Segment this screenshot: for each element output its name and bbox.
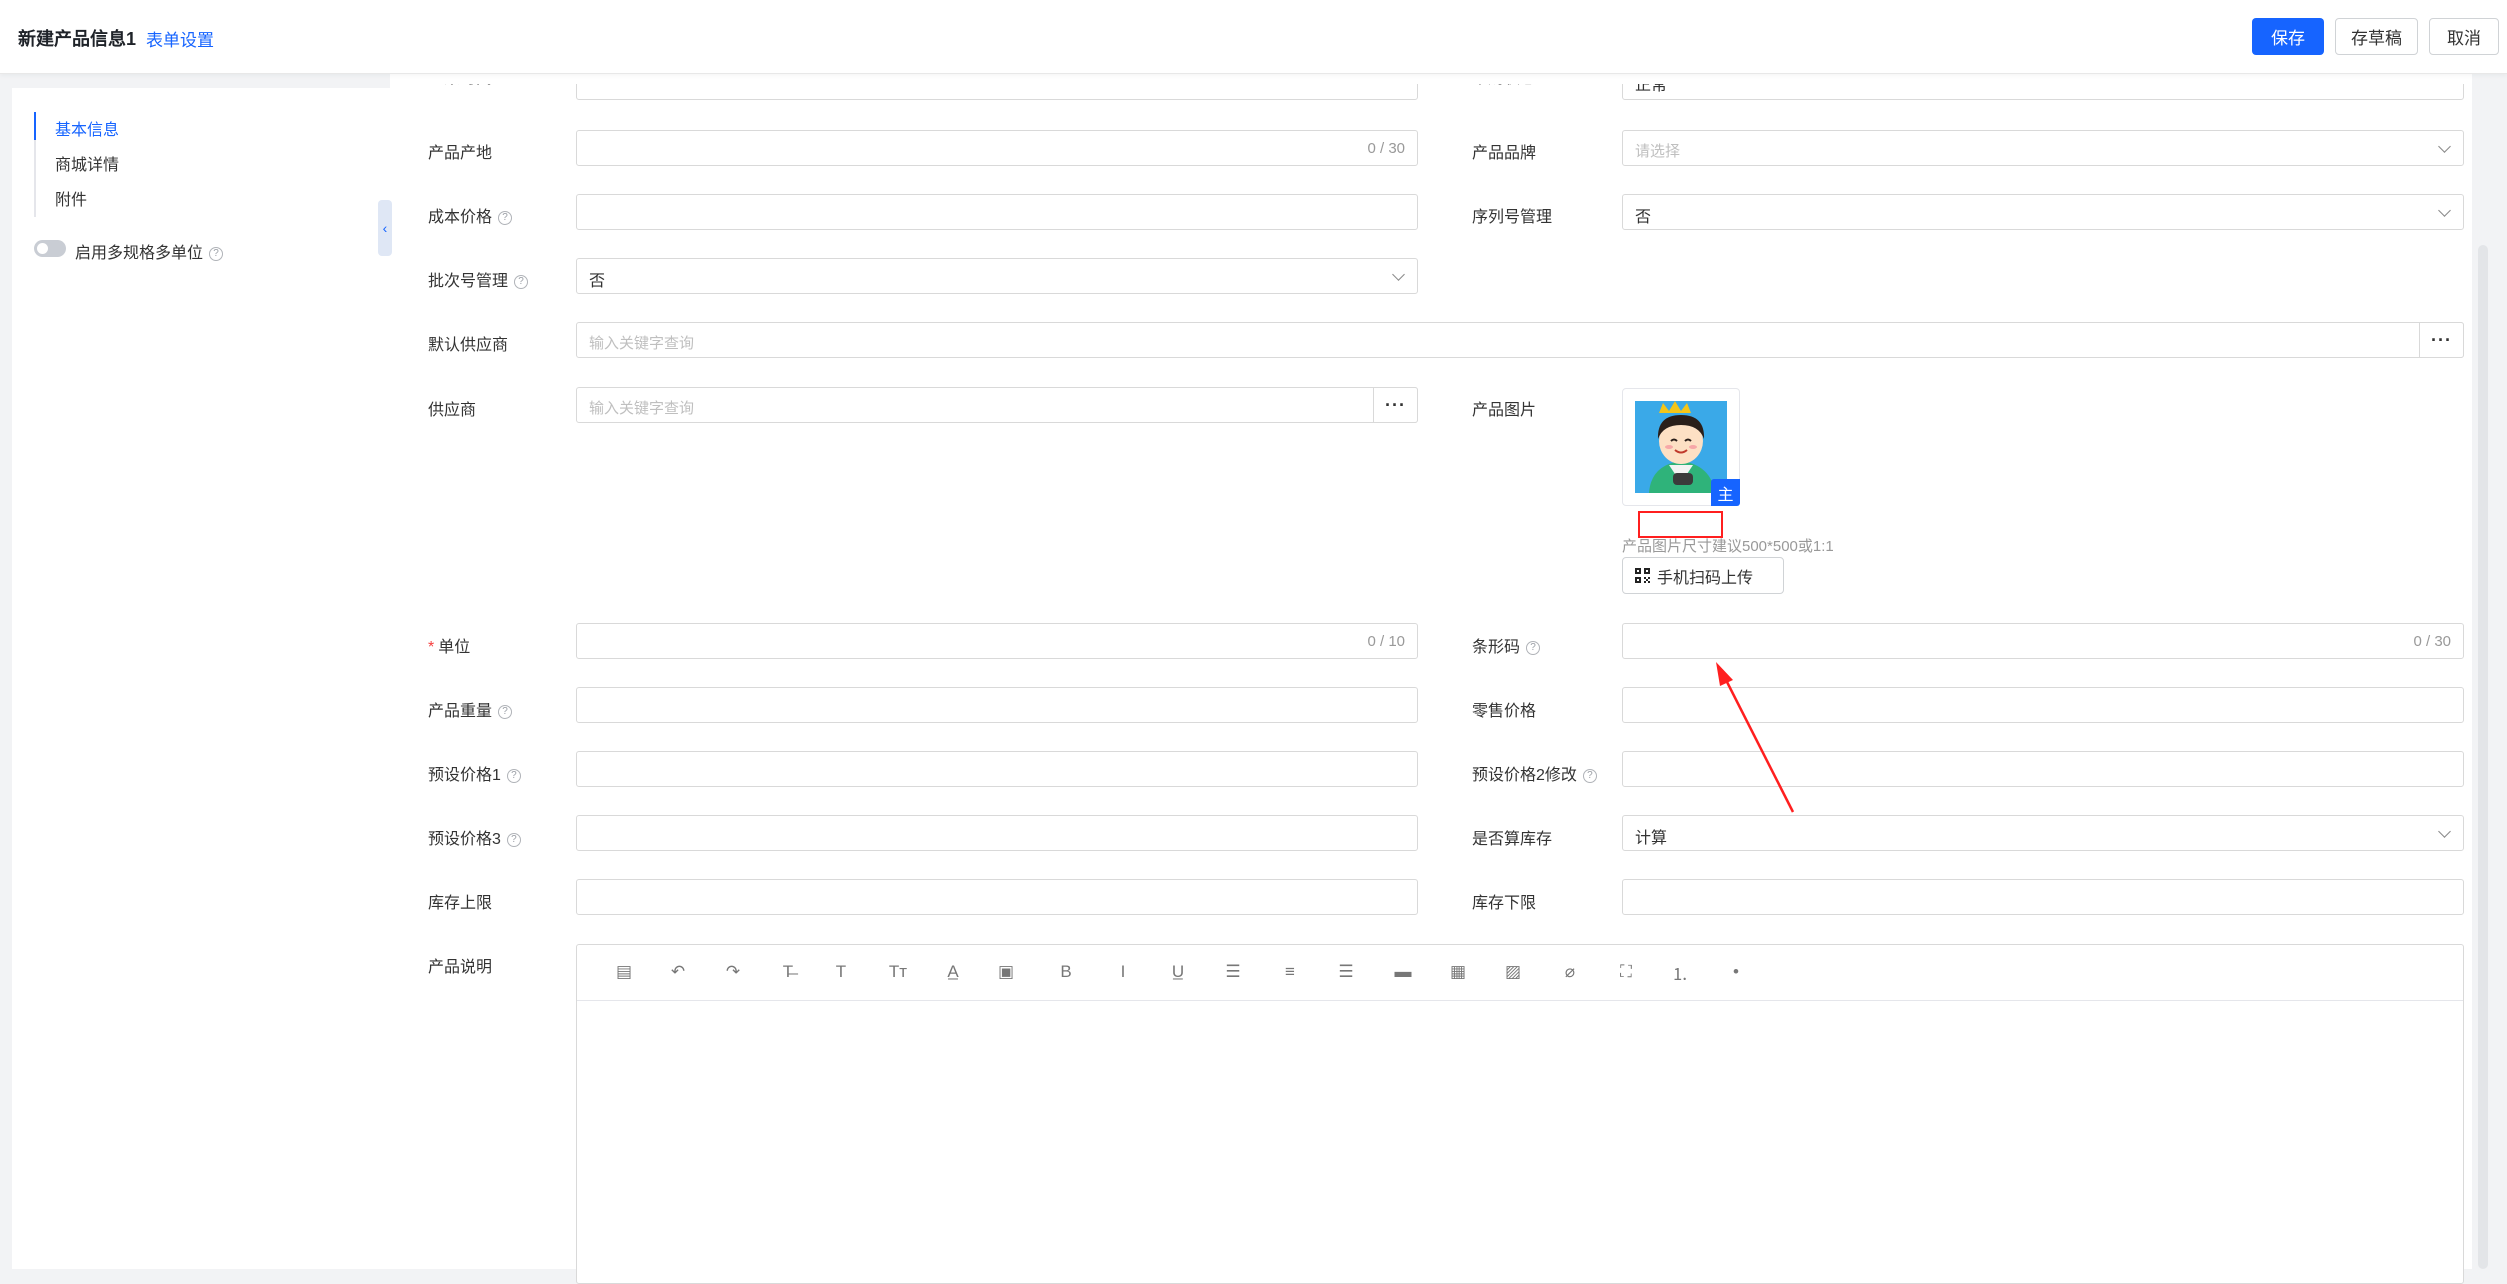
text-style-icon[interactable]: Tт [887, 961, 909, 983]
fullscreen-icon[interactable]: ⛶ [1615, 961, 1637, 983]
help-icon: ? [498, 210, 513, 225]
more-options-button[interactable]: ··· [1373, 387, 1418, 423]
preset-price2-label: 预设价格2修改? [1472, 761, 1597, 785]
retail-price-input[interactable] [1622, 687, 2464, 723]
stock-upper-input[interactable] [576, 879, 1418, 915]
sidebar: 基本信息 商城详情 附件 启用多规格多单位? [12, 88, 390, 1269]
calc-stock-label: 是否算库存 [1472, 831, 1553, 848]
unit-label: * 单位 [428, 639, 471, 656]
supplier-label: 供应商 [428, 402, 477, 419]
stock-lower-label: 库存下限 [1472, 895, 1537, 912]
multi-spec-toggle-label: 启用多规格多单位? [75, 239, 224, 263]
required-mark: * [428, 639, 435, 656]
retail-price-label: 零售价格 [1472, 703, 1537, 720]
scan-upload-button[interactable]: 手机扫码上传 [1622, 557, 1784, 594]
help-icon: ? [1526, 640, 1541, 655]
format-icon[interactable]: ▤ [613, 961, 635, 983]
cost-price-input[interactable] [576, 194, 1418, 230]
weight-input[interactable] [576, 687, 1418, 723]
help-icon: ? [498, 704, 513, 719]
anchor-active-indicator [34, 112, 36, 140]
preset-price1-label: 预设价格1? [428, 761, 521, 785]
origin-char-count: 0 / 30 [1367, 140, 1405, 157]
top-bar: 新建产品信息1 表单设置 保存 存草稿 取消 [0, 0, 2507, 74]
brand-label: 产品品牌 [1472, 145, 1537, 162]
save-button[interactable]: 保存 [2252, 18, 2324, 55]
annotation-highlight-box [1638, 511, 1723, 538]
attachment-icon[interactable]: ⌀ [1559, 961, 1581, 983]
chevron-left-icon: ‹ [382, 220, 388, 236]
description-label: 产品说明 [428, 959, 493, 976]
barcode-char-count: 0 / 30 [2413, 633, 2451, 650]
table-icon[interactable]: ▦ [1447, 961, 1469, 983]
bold-icon[interactable]: B [1055, 961, 1077, 983]
stock-upper-label: 库存上限 [428, 895, 493, 912]
save-draft-button[interactable]: 存草稿 [2335, 18, 2418, 55]
font-color-icon[interactable]: A̲ [942, 961, 964, 983]
default-supplier-label: 默认供应商 [428, 337, 509, 354]
justify-icon[interactable]: ▬ [1392, 961, 1414, 983]
help-icon: ? [506, 768, 521, 783]
cancel-button[interactable]: 取消 [2429, 18, 2499, 55]
batch-mgmt-label: 批次号管理? [428, 267, 529, 291]
align-right-icon[interactable]: ☰ [1335, 961, 1357, 983]
more-options-button[interactable]: ··· [2419, 322, 2464, 358]
chevron-down-icon [2438, 140, 2451, 153]
chevron-down-icon [2438, 204, 2451, 217]
rich-text-editor[interactable]: ▤ ↶ ↷ T̶ T Tт A̲ ▣ B I U̲ ☰ ≡ ☰ ▬ ▦ ▨ ⌀ ⛶ ⒈ • [576, 944, 2464, 1284]
brand-select[interactable]: 请选择 [1622, 130, 2464, 166]
align-left-icon[interactable]: ☰ [1222, 961, 1244, 983]
chevron-down-icon [1392, 268, 1405, 281]
stock-lower-input[interactable] [1622, 879, 2464, 915]
preset-price2-input[interactable] [1622, 751, 2464, 787]
serial-mgmt-select[interactable]: 否 [1622, 194, 2464, 230]
unit-input[interactable]: 0 / 10 [576, 623, 1418, 659]
image-icon[interactable]: ▨ [1502, 961, 1524, 983]
ordered-list-icon[interactable]: ⒈ [1669, 961, 1691, 984]
unit-char-count: 0 / 10 [1367, 633, 1405, 650]
help-icon: ? [506, 832, 521, 847]
preset-price1-input[interactable] [576, 751, 1418, 787]
calc-stock-select[interactable]: 计算 [1622, 815, 2464, 851]
font-size-icon[interactable]: T [830, 961, 852, 983]
anchor-attachments[interactable]: 附件 [55, 186, 355, 210]
batch-mgmt-select[interactable]: 否 [576, 258, 1418, 294]
top-mask [390, 74, 2472, 84]
image-size-hint: 产品图片尺寸建议500*500或1:1 [1622, 538, 1834, 555]
undo-icon[interactable]: ↶ [667, 961, 689, 983]
strikethrough-icon[interactable]: T̶ [777, 961, 799, 983]
preset-price3-input[interactable] [576, 815, 1418, 851]
editor-toolbar: ▤ ↶ ↷ T̶ T Tт A̲ ▣ B I U̲ ☰ ≡ ☰ ▬ ▦ ▨ ⌀ ⛶ ⒈ • [577, 945, 2463, 1001]
italic-icon[interactable]: I [1112, 961, 1134, 983]
barcode-label: 条形码? [1472, 633, 1541, 657]
origin-label: 产品产地 [428, 145, 493, 162]
weight-label: 产品重量? [428, 697, 513, 721]
help-icon: ? [1582, 768, 1597, 783]
unordered-list-icon[interactable]: • [1725, 961, 1747, 983]
default-supplier-input[interactable]: 输入关键字查询 ··· [576, 322, 2464, 358]
qr-code-icon [1635, 568, 1650, 583]
help-icon: ? [514, 274, 529, 289]
cost-price-label: 成本价格? [428, 203, 513, 227]
anchor-mall-details[interactable]: 商城详情 [55, 151, 355, 175]
background-color-icon[interactable]: ▣ [995, 961, 1017, 983]
vertical-scrollbar[interactable] [2478, 245, 2488, 1269]
barcode-input[interactable]: 0 / 30 [1622, 623, 2464, 659]
preset-price3-label: 预设价格3? [428, 825, 521, 849]
chevron-down-icon [2438, 825, 2451, 838]
product-image-label: 产品图片 [1472, 402, 1537, 419]
sidebar-collapse-button[interactable]: ‹ [378, 200, 392, 256]
help-icon: ? [209, 246, 224, 261]
main-image-badge: 主 [1711, 479, 1740, 506]
underline-icon[interactable]: U̲ [1167, 961, 1189, 983]
form-settings-link[interactable]: 表单设置 [146, 26, 214, 51]
supplier-input[interactable]: 输入关键字查询 ··· [576, 387, 1418, 423]
page-title: 新建产品信息1 [18, 29, 137, 49]
anchor-basic-info[interactable]: 基本信息 [55, 116, 355, 140]
redo-icon[interactable]: ↷ [722, 961, 744, 983]
align-center-icon[interactable]: ≡ [1279, 961, 1301, 983]
serial-mgmt-label: 序列号管理 [1472, 209, 1553, 226]
origin-input[interactable]: 0 / 30 [576, 130, 1418, 166]
multi-spec-toggle[interactable] [34, 240, 66, 257]
